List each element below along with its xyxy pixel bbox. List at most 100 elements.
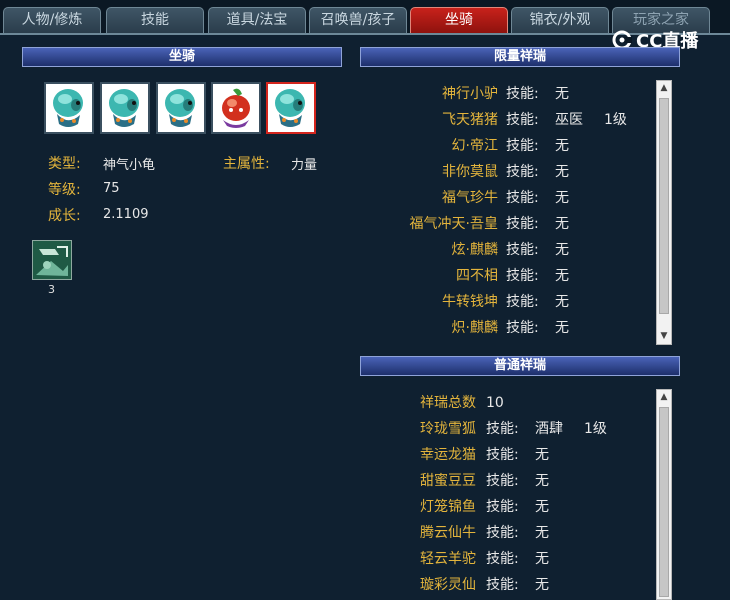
skill-value: 无 bbox=[555, 190, 569, 206]
list-item[interactable]: 轻云羊驼 技能: 无 bbox=[360, 549, 660, 569]
skill-key: 技能: bbox=[506, 112, 539, 128]
mount-red-creature-icon bbox=[222, 88, 250, 128]
mount-skill-icon bbox=[33, 241, 71, 279]
list-item[interactable]: 飞天猪猪 技能: 巫医 1级 bbox=[360, 110, 660, 130]
skill-key: 技能: bbox=[486, 421, 519, 437]
skill-value: 无 bbox=[555, 138, 569, 154]
normal-list-scrollbar[interactable]: ▲ bbox=[656, 389, 672, 600]
mount-slot-3[interactable] bbox=[156, 82, 206, 134]
scroll-thumb[interactable] bbox=[659, 98, 669, 314]
list-item[interactable]: 璇彩灵仙 技能: 无 bbox=[360, 575, 660, 595]
mount-name: 玲珑雪狐 bbox=[420, 421, 476, 437]
skill-key: 技能: bbox=[486, 551, 519, 567]
growth-value: 2.1109 bbox=[103, 207, 149, 222]
skill-value: 无 bbox=[555, 216, 569, 232]
skill-value: 无 bbox=[555, 294, 569, 310]
mount-name: 福气冲天·吾皇 bbox=[409, 216, 498, 232]
level-value: 75 bbox=[103, 181, 120, 196]
tab-character[interactable]: 人物/修炼 bbox=[3, 7, 101, 33]
skill-key: 技能: bbox=[506, 294, 539, 310]
skill-key: 技能: bbox=[486, 447, 519, 463]
list-item[interactable]: 牛转钱坤 技能: 无 bbox=[360, 292, 660, 312]
skill-value: 无 bbox=[555, 242, 569, 258]
skill-value: 无 bbox=[535, 473, 549, 489]
list-item[interactable]: 幻·帝江 技能: 无 bbox=[360, 136, 660, 156]
mount-turtle-icon bbox=[165, 89, 195, 127]
list-item[interactable]: 甜蜜豆豆 技能: 无 bbox=[360, 471, 660, 491]
skill-value: 无 bbox=[535, 447, 549, 463]
normal-section-title: 普通祥瑞 bbox=[360, 356, 680, 376]
skill-level: 1级 bbox=[584, 421, 607, 437]
list-item[interactable]: 福气珍牛 技能: 无 bbox=[360, 188, 660, 208]
skill-key: 技能: bbox=[506, 138, 539, 154]
main-attribute-value: 力量 bbox=[291, 158, 318, 173]
list-item[interactable]: 幸运龙猫 技能: 无 bbox=[360, 445, 660, 465]
mount-name: 炽·麒麟 bbox=[451, 320, 498, 336]
skill-value: 无 bbox=[555, 268, 569, 284]
mount-slot-1[interactable] bbox=[44, 82, 94, 134]
tab-outfits[interactable]: 锦衣/外观 bbox=[511, 7, 609, 33]
skill-value: 无 bbox=[555, 320, 569, 336]
scroll-up-icon[interactable]: ▲ bbox=[657, 81, 671, 96]
mount-turtle-icon bbox=[109, 89, 139, 127]
level-label: 等级: bbox=[48, 182, 81, 198]
limited-section-title: 限量祥瑞 bbox=[360, 47, 680, 67]
growth-label: 成长: bbox=[48, 208, 81, 224]
skill-key: 技能: bbox=[506, 268, 539, 284]
scroll-down-icon[interactable]: ▼ bbox=[657, 329, 671, 344]
list-item[interactable]: 神行小驴 技能: 无 bbox=[360, 84, 660, 104]
list-item[interactable]: 腾云仙牛 技能: 无 bbox=[360, 523, 660, 543]
skill-value: 无 bbox=[555, 164, 569, 180]
skill-key: 技能: bbox=[506, 242, 539, 258]
main-attribute-label: 主属性: bbox=[223, 156, 270, 172]
tab-summons[interactable]: 召唤兽/孩子 bbox=[309, 7, 407, 33]
mount-section-title: 坐骑 bbox=[22, 47, 342, 67]
list-item[interactable]: 玲珑雪狐 技能: 酒肆 1级 bbox=[360, 419, 660, 439]
skill-value: 巫医 bbox=[555, 112, 583, 128]
skill-value: 无 bbox=[535, 577, 549, 593]
tab-items[interactable]: 道具/法宝 bbox=[208, 7, 306, 33]
mount-slot-5-selected[interactable] bbox=[266, 82, 316, 134]
mount-skill-slot[interactable] bbox=[32, 240, 72, 280]
skill-key: 技能: bbox=[506, 216, 539, 232]
list-item[interactable]: 四不相 技能: 无 bbox=[360, 266, 660, 286]
skill-key: 技能: bbox=[486, 473, 519, 489]
list-item: 祥瑞总数 10 bbox=[360, 393, 660, 413]
mount-name: 神行小驴 bbox=[442, 86, 498, 102]
skill-key: 技能: bbox=[486, 525, 519, 541]
mount-name: 璇彩灵仙 bbox=[420, 577, 476, 593]
mount-slot-4[interactable] bbox=[211, 82, 261, 134]
skill-key: 技能: bbox=[486, 499, 519, 515]
mount-name: 轻云羊驼 bbox=[420, 551, 476, 567]
list-item[interactable]: 炫·麒麟 技能: 无 bbox=[360, 240, 660, 260]
scroll-thumb[interactable] bbox=[659, 407, 669, 597]
tab-mount[interactable]: 坐骑 bbox=[410, 7, 508, 33]
mount-name: 炫·麒麟 bbox=[451, 242, 498, 258]
mount-turtle-icon bbox=[53, 89, 83, 127]
list-item[interactable]: 灯笼锦鱼 技能: 无 bbox=[360, 497, 660, 517]
skill-count: 3 bbox=[48, 283, 55, 296]
skill-key: 技能: bbox=[486, 577, 519, 593]
skill-value: 无 bbox=[535, 551, 549, 567]
type-value: 神气小龟 bbox=[103, 158, 156, 173]
mount-name: 灯笼锦鱼 bbox=[420, 499, 476, 515]
total-value: 10 bbox=[486, 395, 504, 411]
skill-value: 酒肆 bbox=[535, 421, 563, 437]
mount-name: 腾云仙牛 bbox=[420, 525, 476, 541]
mount-turtle-icon bbox=[275, 89, 305, 127]
mount-name: 福气珍牛 bbox=[442, 190, 498, 206]
mount-name: 甜蜜豆豆 bbox=[420, 473, 476, 489]
mount-name: 牛转钱坤 bbox=[442, 294, 498, 310]
mount-name: 幸运龙猫 bbox=[420, 447, 476, 463]
list-item[interactable]: 炽·麒麟 技能: 无 bbox=[360, 318, 660, 338]
list-item[interactable]: 福气冲天·吾皇 技能: 无 bbox=[360, 214, 660, 234]
mount-slot-2[interactable] bbox=[100, 82, 150, 134]
skill-key: 技能: bbox=[506, 86, 539, 102]
scroll-up-icon[interactable]: ▲ bbox=[657, 390, 671, 405]
limited-list-scrollbar[interactable]: ▲ ▼ bbox=[656, 80, 672, 345]
mount-name: 飞天猪猪 bbox=[442, 112, 498, 128]
mount-name: 四不相 bbox=[456, 268, 498, 284]
tab-skills[interactable]: 技能 bbox=[106, 7, 204, 33]
list-item[interactable]: 非你莫鼠 技能: 无 bbox=[360, 162, 660, 182]
skill-value: 无 bbox=[535, 499, 549, 515]
